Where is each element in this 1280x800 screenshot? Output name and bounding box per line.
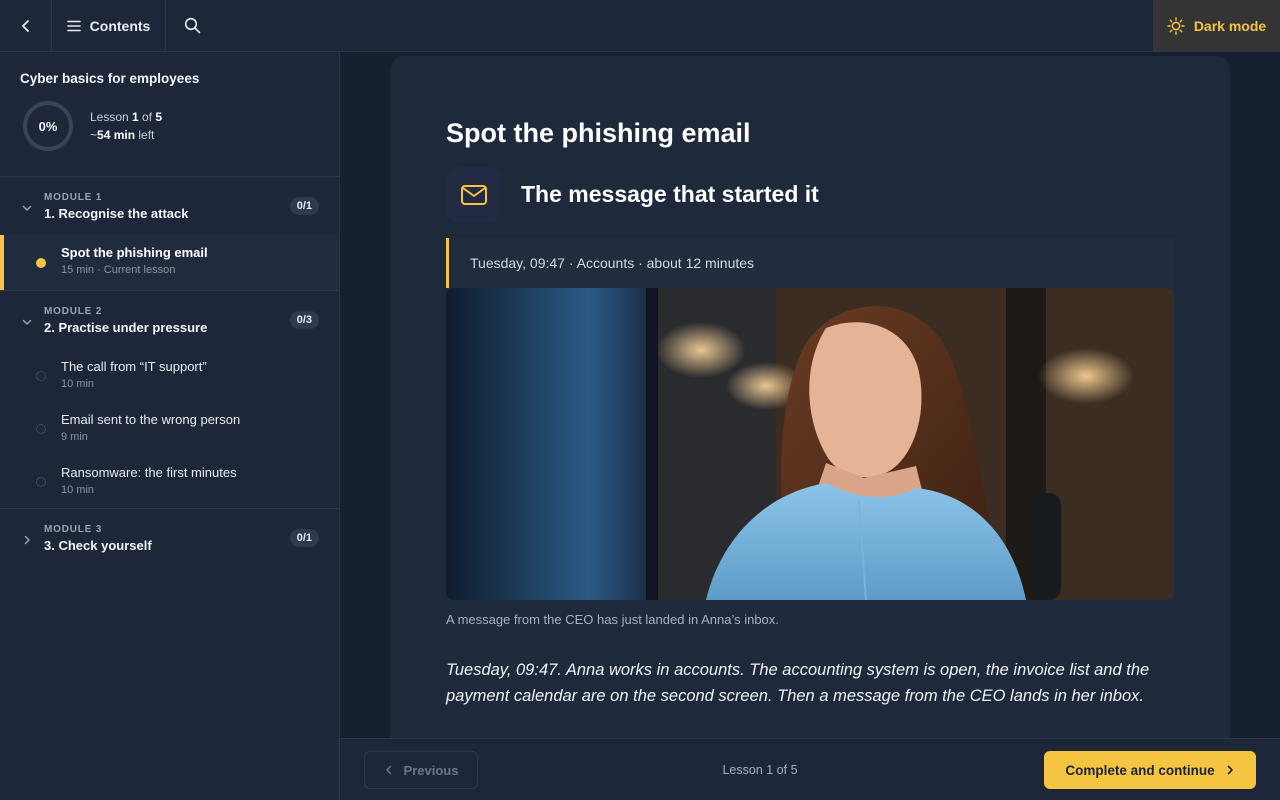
scenario-image	[446, 288, 1174, 600]
lesson-count: Lesson 1 of 5	[90, 108, 162, 126]
lesson-item-ransomware[interactable]: Ransomware: the first minutes 10 min	[0, 455, 339, 508]
lesson-content-area[interactable]: Spot the phishing email The message that…	[340, 52, 1280, 738]
top-bar: Contents Dark mode	[0, 0, 1280, 52]
scenario-text: Tuesday, 09:47. Anna works in accounts. …	[446, 661, 1150, 705]
search-icon	[184, 17, 200, 34]
lesson-item-it-support-call[interactable]: The call from “IT support” 10 min	[0, 349, 339, 402]
lesson-name: Ransomware: the first minutes	[61, 465, 237, 480]
lesson-name: Spot the phishing email	[61, 245, 208, 260]
dark-mode-toggle[interactable]: Dark mode	[1153, 0, 1280, 51]
back-button[interactable]	[0, 0, 52, 51]
lesson-title: Spot the phishing email	[446, 118, 751, 148]
lesson-progress-meta: Lesson 1 of 5 ~54 min left	[90, 108, 162, 144]
progress-ring: 0%	[23, 101, 73, 151]
lesson-status-dot	[36, 371, 46, 381]
course-header: Cyber basics for employees 0% Lesson 1 o…	[0, 52, 339, 177]
chevron-right-icon	[24, 535, 30, 545]
module-3: MODULE 3 3. Check yourself 0/1	[0, 509, 339, 567]
time-suffix: left	[135, 128, 155, 142]
search-button[interactable]	[166, 0, 218, 51]
top-bar-spacer	[218, 0, 1153, 51]
lesson-footer: Previous Lesson 1 of 5 Complete and cont…	[340, 738, 1280, 800]
lesson-name: The call from “IT support”	[61, 359, 207, 374]
lesson-of: of	[138, 110, 156, 124]
chevron-left-icon	[21, 19, 29, 32]
office-photo-illustration	[446, 288, 1174, 600]
course-sidebar: Cyber basics for employees 0% Lesson 1 o…	[0, 52, 340, 800]
lesson-sub: 15 min · Current lesson	[61, 264, 176, 276]
module-2: MODULE 2 2. Practise under pressure 0/3 …	[0, 291, 339, 509]
module-3-header[interactable]: MODULE 3 3. Check yourself 0/1	[0, 509, 339, 567]
time-left-value: 54 min	[97, 128, 136, 142]
module-1-header[interactable]: MODULE 1 1. Recognise the attack 0/1	[0, 177, 339, 235]
image-caption: A message from the CEO has just landed i…	[446, 612, 779, 627]
lesson-card: Spot the phishing email The message that…	[390, 56, 1230, 738]
progress-percent: 0%	[38, 118, 58, 134]
lesson-sub: 10 min	[61, 484, 95, 496]
lesson-item-wrong-recipient[interactable]: Email sent to the wrong person 9 min	[0, 402, 339, 455]
lesson-total: 5	[155, 110, 163, 124]
complete-and-continue-button[interactable]: Complete and continue	[1044, 751, 1256, 789]
lesson-prefix: Lesson	[90, 110, 133, 124]
chevron-right-icon	[1227, 765, 1233, 775]
dark-mode-label: Dark mode	[1193, 17, 1267, 34]
lesson-name: Email sent to the wrong person	[61, 412, 241, 427]
chevron-down-icon	[22, 319, 32, 325]
lesson-sub: 9 min	[61, 431, 88, 443]
sun-icon	[1167, 16, 1185, 35]
lesson-status-dot	[36, 477, 46, 487]
lesson-status-dot	[36, 424, 46, 434]
mail-icon	[446, 167, 501, 222]
next-label: Complete and continue	[1065, 762, 1215, 778]
contents-button[interactable]: Contents	[52, 0, 166, 51]
lesson-item-spot-phishing[interactable]: Spot the phishing email 15 min · Current…	[0, 235, 339, 290]
lesson-sub: 10 min	[61, 378, 95, 390]
current-lesson-dot	[36, 258, 46, 268]
progress-row: 0% Lesson 1 of 5 ~54 min left	[20, 101, 319, 151]
lesson-current: 1	[132, 110, 139, 124]
module-1: MODULE 1 1. Recognise the attack 0/1 Spo…	[0, 177, 339, 291]
module-count-badge: 0/1	[289, 197, 319, 215]
scenario-meta-bar: Tuesday, 09:47 · Accounts · about 12 min…	[446, 238, 1174, 288]
module-count-badge: 0/1	[289, 529, 319, 547]
chevron-down-icon	[22, 205, 32, 211]
time-left: ~54 min left	[90, 126, 162, 144]
module-2-header[interactable]: MODULE 2 2. Practise under pressure 0/3	[0, 291, 339, 349]
menu-icon	[66, 20, 81, 31]
scenario-meta: Tuesday, 09:47 · Accounts · about 12 min…	[470, 255, 755, 271]
course-title: Cyber basics for employees	[20, 71, 200, 86]
time-prefix: ~	[90, 128, 98, 142]
module-count-badge: 0/3	[289, 311, 319, 329]
section-heading-row: The message that started it	[446, 167, 1174, 222]
contents-label: Contents	[89, 17, 151, 34]
section-title: The message that started it	[521, 181, 819, 207]
